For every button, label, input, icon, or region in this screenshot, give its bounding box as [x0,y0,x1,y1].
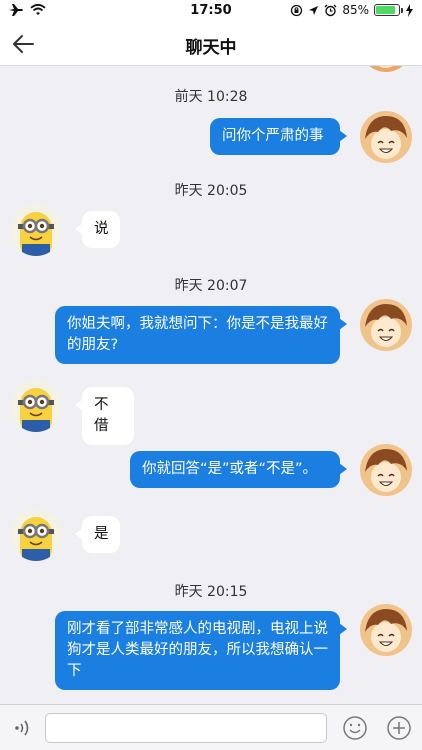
message-bubble-incoming[interactable]: 不借 [75,387,134,445]
message-bubble-outgoing[interactable]: 你就回答“是”或者“不是”。 [130,451,347,488]
message-bubble-outgoing[interactable]: 刚才看了部非常感人的电视剧，电视上说狗才是人类最好的朋友，所以我想确认一下 [55,611,347,690]
message-bubble-incoming[interactable]: 说 [75,211,120,248]
message-bubble-incoming[interactable]: 是 [75,516,120,553]
plus-icon [387,716,411,740]
location-icon [309,5,319,15]
user-avatar[interactable] [360,299,412,351]
timestamp: 昨天 20:05 [174,183,248,199]
message-bubble-outgoing[interactable]: 问你个严肃的事 [210,118,347,155]
battery-fill [376,6,395,14]
contact-avatar[interactable] [10,509,62,561]
user-avatar[interactable] [360,66,412,72]
user-avatar[interactable] [360,604,412,656]
status-right: 85% [290,3,414,17]
battery-icon [374,4,403,16]
timestamp: 昨天 20:15 [174,584,248,600]
contact-avatar[interactable] [10,380,62,432]
voice-button[interactable] [10,715,36,741]
status-bar: 17:50 85% [0,0,422,22]
input-bar [0,704,422,750]
rotation-lock-icon [291,4,303,16]
message-input[interactable] [45,713,327,743]
emoji-icon [343,716,367,740]
contact-avatar[interactable] [10,204,62,256]
nav-bar: 聊天中 [0,22,422,66]
battery-percent: 85% [342,3,369,17]
charging-icon [406,3,413,17]
page-title: 聊天中 [185,38,237,58]
user-avatar[interactable] [360,444,412,496]
user-avatar[interactable] [360,111,412,163]
timestamp: 昨天 20:07 [174,278,248,294]
timestamp: 前天 10:28 [174,89,248,105]
voice-icon [15,720,29,736]
emoji-button[interactable] [342,715,368,741]
alarm-icon [324,4,337,16]
chat-area[interactable]: 前天 10:28 问你个严肃的事 昨天 20:05 说 昨天 20:07 你姐夫… [0,66,422,704]
more-button[interactable] [386,715,412,741]
message-bubble-outgoing[interactable]: 你姐夫啊，我就想问下：你是不是我最好的朋友? [55,306,347,364]
